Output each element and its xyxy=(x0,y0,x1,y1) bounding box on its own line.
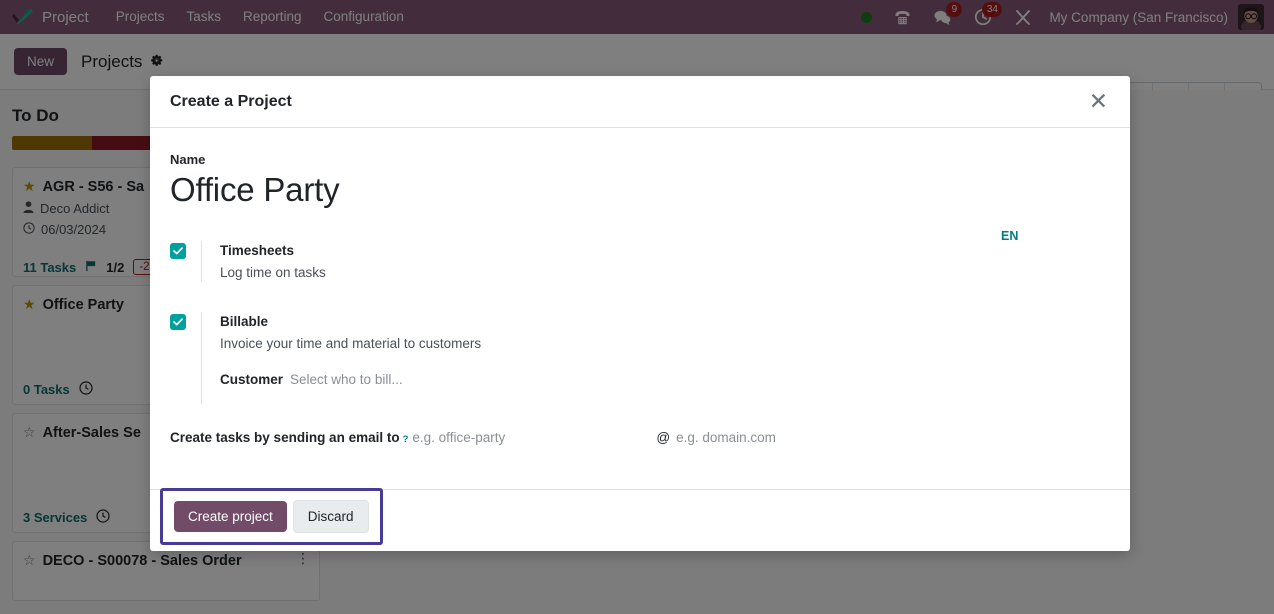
dialog-footer: Create project Discard xyxy=(150,488,1130,551)
email-alias-row: Create tasks by sending an email to ? e.… xyxy=(170,430,1110,445)
email-alias-label: Create tasks by sending an email to xyxy=(170,430,400,445)
customer-field-row: Customer Select who to bill... xyxy=(220,372,481,387)
name-field-label: Name xyxy=(170,152,206,167)
discard-button[interactable]: Discard xyxy=(292,500,369,533)
timesheets-checkbox[interactable] xyxy=(170,243,186,259)
language-badge[interactable]: EN xyxy=(1001,229,1018,243)
customer-input[interactable]: Select who to bill... xyxy=(290,372,403,387)
timesheets-label: Timesheets xyxy=(220,243,295,258)
billable-text-block: Billable Invoice your time and material … xyxy=(220,312,481,387)
timesheets-description: Log time on tasks xyxy=(220,265,326,280)
dialog-body: Name Office Party EN Timesheets Log time… xyxy=(150,128,1130,489)
billable-checkbox[interactable] xyxy=(170,314,186,330)
billable-label: Billable xyxy=(220,314,269,329)
billable-option-row: Billable Invoice your time and material … xyxy=(170,312,1110,404)
email-at-symbol: @ xyxy=(656,430,671,445)
email-domain-input[interactable]: e.g. domain.com xyxy=(676,430,776,445)
name-field-row: Office Party xyxy=(170,169,1110,211)
option-divider xyxy=(201,241,202,282)
timesheets-option-row: Timesheets Log time on tasks xyxy=(170,241,1110,282)
email-alias-input[interactable]: e.g. office-party xyxy=(412,430,562,445)
create-project-dialog: Create a Project ✕ Name Office Party EN … xyxy=(150,76,1130,551)
action-highlight-box: Create project Discard xyxy=(160,488,383,545)
timesheets-text-block: Timesheets Log time on tasks xyxy=(220,241,326,282)
dialog-title: Create a Project xyxy=(170,92,292,110)
name-field-group: Name Office Party xyxy=(170,152,1110,211)
help-question-icon[interactable]: ? xyxy=(403,434,409,445)
create-project-button[interactable]: Create project xyxy=(174,501,287,532)
option-divider xyxy=(201,312,202,404)
close-icon[interactable]: ✕ xyxy=(1087,90,1110,113)
name-input[interactable]: Office Party xyxy=(170,169,340,211)
billable-description: Invoice your time and material to custom… xyxy=(220,336,482,351)
dialog-header: Create a Project ✕ xyxy=(150,76,1130,128)
app-root: Project Projects Tasks Reporting Configu… xyxy=(0,0,1274,614)
customer-label: Customer xyxy=(220,372,284,387)
